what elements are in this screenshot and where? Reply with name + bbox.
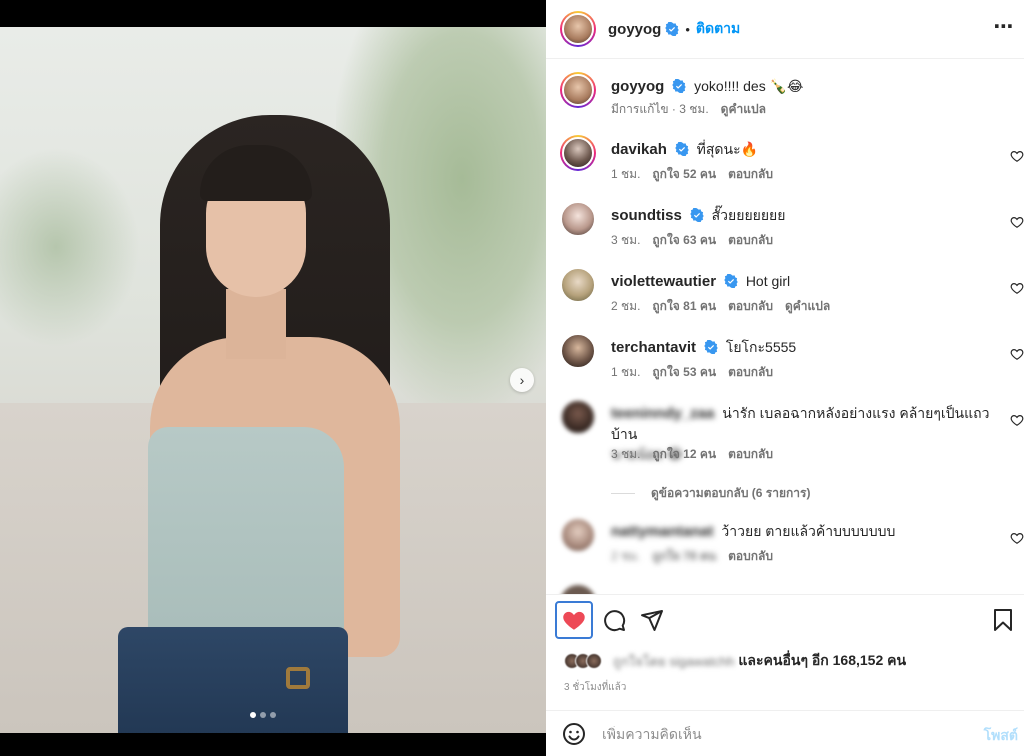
comment-reply-button[interactable]: ตอบกลับ bbox=[728, 363, 773, 382]
comment-like-heart-icon[interactable] bbox=[1010, 281, 1024, 295]
comment-time: 2 ชม. bbox=[611, 299, 641, 313]
comment-likes-count[interactable]: ถูกใจ 63 คน bbox=[652, 231, 716, 250]
carousel-indicator bbox=[250, 712, 276, 718]
comment-avatar[interactable] bbox=[560, 135, 596, 171]
liker-avatars bbox=[564, 653, 602, 669]
post-timestamp: 3 ชั่วโมงที่แล้ว bbox=[564, 682, 627, 693]
post-side-panel: goyyog • ติดตาม ⋯ goyyog yoko!!!! des 🍾😂 bbox=[546, 0, 1024, 756]
caption-username[interactable]: goyyog bbox=[611, 78, 664, 95]
post-header: goyyog • ติดตาม ⋯ bbox=[546, 0, 1024, 59]
caption-text: yoko!!!! des 🍾😂 bbox=[694, 78, 804, 94]
comment-reply-button[interactable]: ตอบกลับ bbox=[728, 445, 773, 464]
carousel-dot bbox=[250, 712, 256, 718]
share-button[interactable] bbox=[633, 601, 671, 639]
comment-translate-link[interactable]: ดูคำแปล bbox=[785, 297, 830, 316]
photo-subject-neck bbox=[226, 289, 286, 359]
verified-badge-icon bbox=[690, 208, 704, 222]
post-photo[interactable] bbox=[0, 27, 546, 733]
comment-username[interactable]: terchantavit bbox=[611, 339, 696, 356]
likes-summary[interactable]: ถูกใจโดย sigawatchh และคนอื่นๆ อีก 168,1… bbox=[564, 650, 906, 672]
verified-badge-icon bbox=[672, 79, 686, 93]
chevron-right-icon: › bbox=[519, 372, 525, 388]
photo-subject-jeans bbox=[118, 627, 348, 733]
comment-like-heart-icon[interactable] bbox=[1010, 215, 1024, 229]
verified-badge-icon bbox=[675, 142, 689, 156]
post-comment-button[interactable]: โพสต์ bbox=[984, 725, 1018, 747]
comment-likes-count[interactable]: ถูกใจ 12 คน bbox=[652, 445, 716, 464]
comment-username[interactable]: teeninndy_zaa bbox=[611, 405, 714, 422]
comment-input[interactable] bbox=[602, 725, 962, 742]
comment-text: สั๊วยยยยยยย bbox=[711, 207, 786, 223]
verified-badge-icon bbox=[704, 340, 718, 354]
comment-likes-count[interactable]: ถูกใจ 53 คน bbox=[652, 363, 716, 382]
comment-reply-button[interactable]: ตอบกลับ bbox=[728, 231, 773, 250]
comment-avatar[interactable] bbox=[560, 201, 596, 237]
liked-by-text[interactable]: ถูกใจโดย sigawatchh bbox=[613, 651, 734, 672]
comment-username[interactable]: soundtiss bbox=[611, 207, 682, 224]
header-separator: • bbox=[685, 21, 690, 37]
comment-time: 3 ชม. bbox=[611, 233, 641, 247]
post-media: › bbox=[0, 0, 546, 756]
caption-edited-time: มีการแก้ไข · 3 ชม. bbox=[611, 102, 709, 116]
comment-reply-button[interactable]: ตอบกลับ bbox=[728, 547, 773, 566]
comment-text: Hot girl bbox=[745, 273, 791, 289]
comment-likes-count[interactable]: ถูกใจ 81 คน bbox=[652, 297, 716, 316]
comment-avatar[interactable] bbox=[560, 517, 596, 553]
comment-button[interactable] bbox=[595, 601, 633, 639]
bookmark-icon bbox=[994, 609, 1012, 631]
comment-time: 2 ชม. bbox=[611, 549, 641, 563]
verified-badge-icon bbox=[665, 22, 680, 36]
photo-subject-buckle bbox=[286, 667, 310, 689]
comment-like-heart-icon[interactable] bbox=[1010, 413, 1024, 427]
heart-filled-icon bbox=[563, 611, 585, 630]
photo-subject-top bbox=[148, 427, 344, 642]
comment-time: 1 ชม. bbox=[611, 365, 641, 379]
verified-badge-icon bbox=[724, 274, 738, 288]
comment-avatar[interactable] bbox=[560, 333, 596, 369]
author-avatar[interactable] bbox=[560, 11, 596, 47]
comment-avatar[interactable] bbox=[560, 267, 596, 303]
follow-button[interactable]: ติดตาม bbox=[696, 18, 740, 40]
likes-count[interactable]: และคนอื่นๆ อีก 168,152 คน bbox=[738, 650, 906, 672]
comment-text: ที่สุดนะ🔥 bbox=[696, 141, 759, 157]
caption-translate-link[interactable]: ดูคำแปล bbox=[721, 100, 766, 119]
carousel-dot bbox=[270, 712, 276, 718]
comment-reply-button[interactable]: ตอบกลับ bbox=[728, 297, 773, 316]
view-replies-button[interactable]: ดูข้อความตอบกลับ (6 รายการ) bbox=[611, 484, 810, 503]
comment-bubble-icon bbox=[604, 610, 626, 632]
more-options-icon[interactable]: ⋯ bbox=[992, 17, 1016, 42]
carousel-next-button[interactable]: › bbox=[510, 368, 534, 392]
comment-username[interactable]: davikah bbox=[611, 141, 667, 158]
comment-username[interactable]: violettewautier bbox=[611, 273, 716, 290]
comment-text: ว้าวยย ตายแล้วค้าบบบบบบบ bbox=[721, 523, 896, 539]
comment-time: 3 ชม. bbox=[611, 447, 641, 461]
comment-reply-button[interactable]: ตอบกลับ bbox=[728, 165, 773, 184]
paper-plane-icon bbox=[641, 610, 663, 631]
comment-like-heart-icon[interactable] bbox=[1010, 347, 1024, 361]
view-replies-label: ดูข้อความตอบกลับ (6 รายการ) bbox=[651, 486, 811, 500]
comment-like-heart-icon[interactable] bbox=[1010, 531, 1024, 545]
caption-avatar[interactable] bbox=[560, 72, 596, 108]
replies-divider bbox=[611, 493, 635, 494]
smiley-icon[interactable] bbox=[562, 722, 586, 746]
like-button[interactable] bbox=[555, 601, 593, 639]
author-username[interactable]: goyyog bbox=[608, 21, 661, 38]
comment-likes-count[interactable]: ถูกใจ 52 คน bbox=[652, 165, 716, 184]
liker-avatar bbox=[586, 653, 602, 669]
comment-like-heart-icon[interactable] bbox=[1010, 149, 1024, 163]
comment-avatar[interactable] bbox=[560, 585, 596, 594]
comment-time: 1 ชม. bbox=[611, 167, 641, 181]
comment-composer: โพสต์ bbox=[546, 710, 1024, 756]
comment-text: โยโกะ5555 bbox=[725, 339, 797, 355]
carousel-dot bbox=[260, 712, 266, 718]
save-button[interactable] bbox=[984, 601, 1022, 639]
photo-background-foliage bbox=[0, 147, 140, 347]
comment-likes-count[interactable]: ถูกใจ 78 คน bbox=[652, 547, 716, 566]
comment-username[interactable]: nattymantanat bbox=[611, 523, 714, 540]
post-action-bar bbox=[546, 594, 1024, 644]
comments-list: goyyog yoko!!!! des 🍾😂 มีการแก้ไข · 3 ชม… bbox=[546, 60, 1024, 594]
comment-avatar[interactable] bbox=[560, 399, 596, 435]
